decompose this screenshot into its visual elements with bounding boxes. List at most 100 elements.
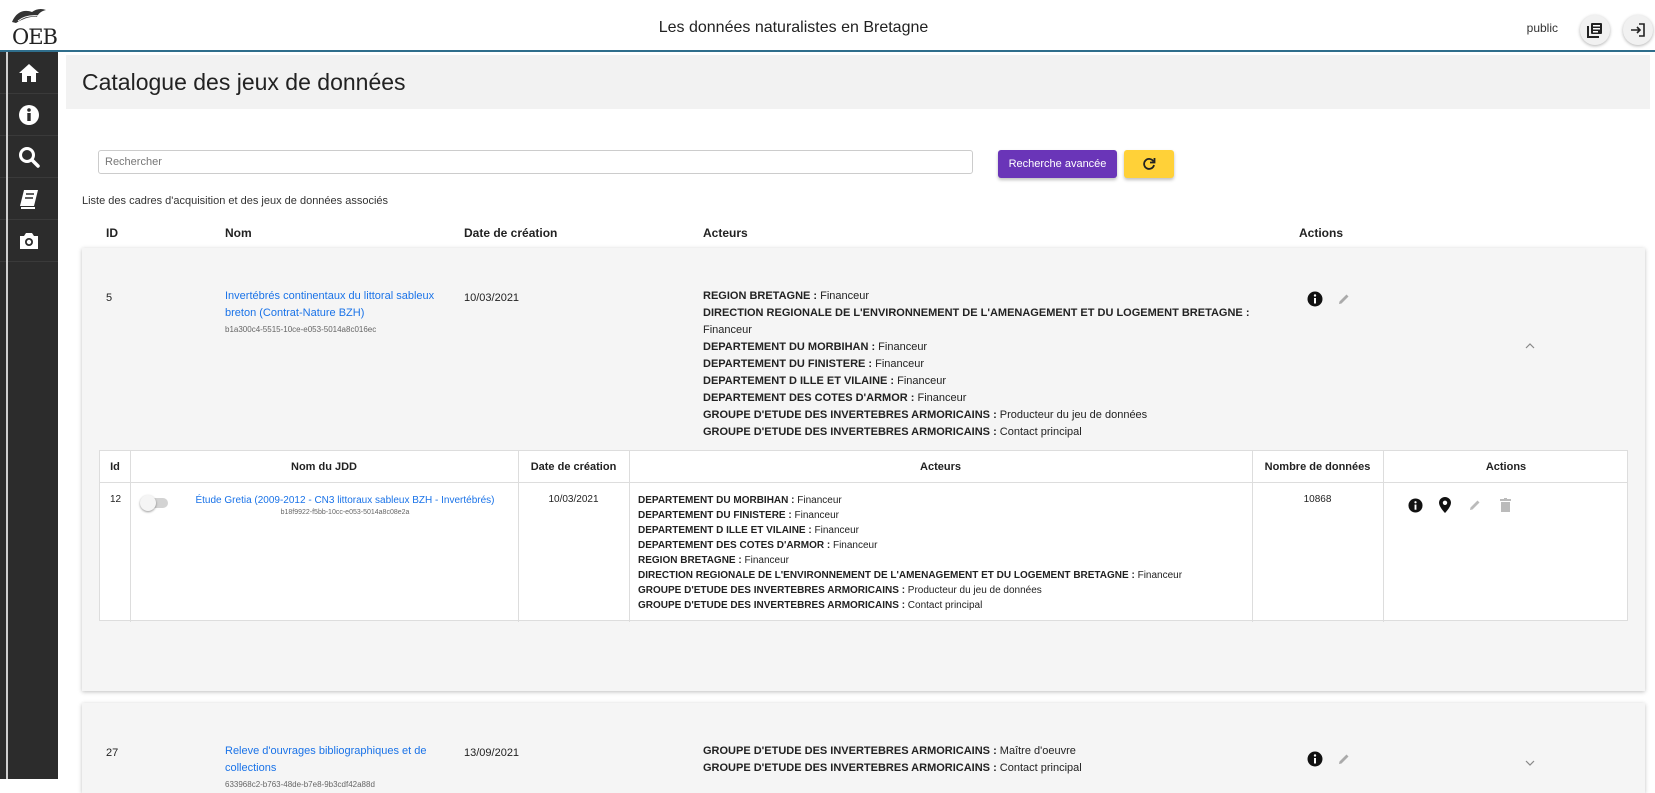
logout-button[interactable] [1623,15,1653,45]
chevron-down-icon [1525,760,1535,766]
actor-line: DIRECTION REGIONALE DE L'ENVIRONNEMENT D… [703,307,1250,336]
actor-line: GROUPE D'ETUDE DES INVERTEBRES ARMORICAI… [703,762,1082,774]
refresh-icon [1143,158,1156,170]
pencil-icon [1470,500,1480,510]
top-bar: OEB Les données naturalistes en Bretagne… [0,0,1655,52]
main-content: Catalogue des jeux de données Recherche … [66,55,1650,793]
column-header-name[interactable]: Nom [225,226,252,240]
dataset-map-button[interactable] [1437,497,1453,513]
sidebar [0,52,58,779]
home-icon [19,63,39,82]
chevron-up-icon [1525,343,1535,349]
actor-line: GROUPE D'ETUDE DES INVERTEBRES ARMORICAI… [703,426,1082,438]
pencil-icon [1339,294,1349,304]
framework-id: 5 [106,292,113,304]
info-icon [1307,751,1323,767]
framework-uuid: b1a300c4-5515-10ce-e053-5014a8c016ec [225,325,377,334]
framework-date: 13/09/2021 [464,747,520,759]
sidebar-item-media[interactable] [0,220,58,262]
column-divider [130,451,131,622]
dataset-count: 10868 [1303,494,1332,505]
framework-date: 10/03/2021 [464,292,520,304]
info-icon [19,104,39,125]
dataset-edit-button[interactable] [1467,497,1483,513]
expand-button[interactable] [1522,755,1538,771]
list-caption: Liste des cadres d'acquisition et des je… [82,195,389,207]
actor-line: DEPARTEMENT DU MORBIHAN : Financeur [703,341,928,353]
app-title: Les données naturalistes en Bretagne [658,19,929,36]
framework-id: 27 [106,747,119,759]
search-icon [19,146,40,168]
logout-icon [1631,23,1645,37]
dataset-info-button[interactable] [1407,497,1423,513]
column-header-id[interactable]: ID [106,226,118,240]
actor-line: DEPARTEMENT DU FINISTERE : Financeur [638,510,839,521]
actor-line: GROUPE D'ETUDE DES INVERTEBRES ARMORICAI… [703,745,1076,757]
sidebar-edge [6,52,8,779]
sidebar-item-catalog[interactable] [0,178,58,220]
sidebar-item-search[interactable] [0,136,58,178]
actor-line: REGION BRETAGNE : Financeur [638,555,789,566]
sidebar-item-info[interactable] [0,94,58,136]
dataset-uuid: b18f9922-f5bb-10cc-e053-5014a8c08e2a [280,509,410,516]
dataset-id: 12 [110,494,122,505]
camera-icon [20,232,38,249]
dataset-actors: DEPARTEMENT DU MORBIHAN : Financeur DEPA… [638,493,1248,613]
trash-icon [1499,498,1511,512]
column-header-actors[interactable]: Acteurs [703,226,748,240]
framework-name-link[interactable]: Invertébrés continentaux du littoral sab… [225,288,455,322]
subcolumn-header-name: Nom du JDD [291,461,357,473]
dataset-active-toggle[interactable] [140,495,168,511]
framework-info-button[interactable] [1306,290,1324,308]
actor-line: GROUPE D'ETUDE DES INVERTEBRES ARMORICAI… [638,585,1042,596]
actor-line: DEPARTEMENT DU FINISTERE : Financeur [703,358,925,370]
framework-info-button[interactable] [1306,750,1324,768]
column-divider [518,451,519,622]
actor-line: DEPARTEMENT DES COTES D'ARMOR : Financeu… [638,540,878,551]
framework-edit-button[interactable] [1335,290,1353,308]
catalog-button[interactable] [1580,15,1610,45]
info-icon [1307,291,1323,307]
info-icon [1407,497,1423,513]
sidebar-item-home[interactable] [0,52,58,94]
dataset-date: 10/03/2021 [548,494,599,505]
subcolumn-header-actions: Actions [1485,461,1527,473]
subcolumn-header-id: Id [110,461,120,473]
dataset-delete-button[interactable] [1497,497,1513,513]
framework-uuid: 633968c2-b763-48de-b7e8-9b3cdf42a88d [225,780,375,789]
column-header-date[interactable]: Date de création [464,226,557,240]
subcolumn-header-actors: Acteurs [920,461,961,473]
collapse-button[interactable] [1522,338,1538,354]
pencil-icon [1339,754,1349,764]
framework-name-cell: Releve d'ouvrages bibliographiques et de… [225,743,455,789]
book-icon [20,189,38,209]
actor-line: REGION BRETAGNE : Financeur [703,290,870,302]
page-header: Catalogue des jeux de données [66,55,1650,109]
map-marker-icon [1439,497,1451,513]
column-header-actions: Actions [1299,226,1344,240]
framework-actors: REGION BRETAGNE : Financeur DIRECTION RE… [703,288,1263,441]
refresh-button[interactable] [1124,150,1174,178]
actor-line: DEPARTEMENT DU MORBIHAN : Financeur [638,495,842,506]
column-divider [1252,451,1253,622]
page-title: Catalogue des jeux de données [82,69,406,95]
column-divider [1383,451,1384,622]
actor-line: DEPARTEMENT D ILLE ET VILAINE : Financeu… [703,375,947,387]
library-books-icon [1587,23,1602,38]
advanced-search-button[interactable]: Recherche avancée [998,150,1117,178]
framework-row[interactable]: 27 Releve d'ouvrages bibliographiques et… [82,703,1645,793]
framework-actors: GROUPE D'ETUDE DES INVERTEBRES ARMORICAI… [703,743,1263,777]
subcolumn-header-date: Date de création [530,461,617,473]
framework-name-link[interactable]: Releve d'ouvrages bibliographiques et de… [225,743,455,777]
datasets-table: Id Nom du JDD Date de création Acteurs N… [99,450,1628,622]
actor-line: GROUPE D'ETUDE DES INVERTEBRES ARMORICAI… [703,409,1148,421]
username: public [1526,21,1558,35]
actor-line: DEPARTEMENT D ILLE ET VILAINE : Financeu… [638,525,859,536]
framework-edit-button[interactable] [1335,750,1353,768]
framework-row[interactable]: 5 Invertébrés continentaux du littoral s… [82,248,1645,691]
dataset-name-link[interactable]: Étude Gretia (2009-2012 - CN3 littoraux … [180,494,510,508]
search-input[interactable] [98,150,973,174]
column-divider [629,451,630,622]
framework-name-cell: Invertébrés continentaux du littoral sab… [225,288,455,334]
actor-line: GROUPE D'ETUDE DES INVERTEBRES ARMORICAI… [638,600,983,611]
